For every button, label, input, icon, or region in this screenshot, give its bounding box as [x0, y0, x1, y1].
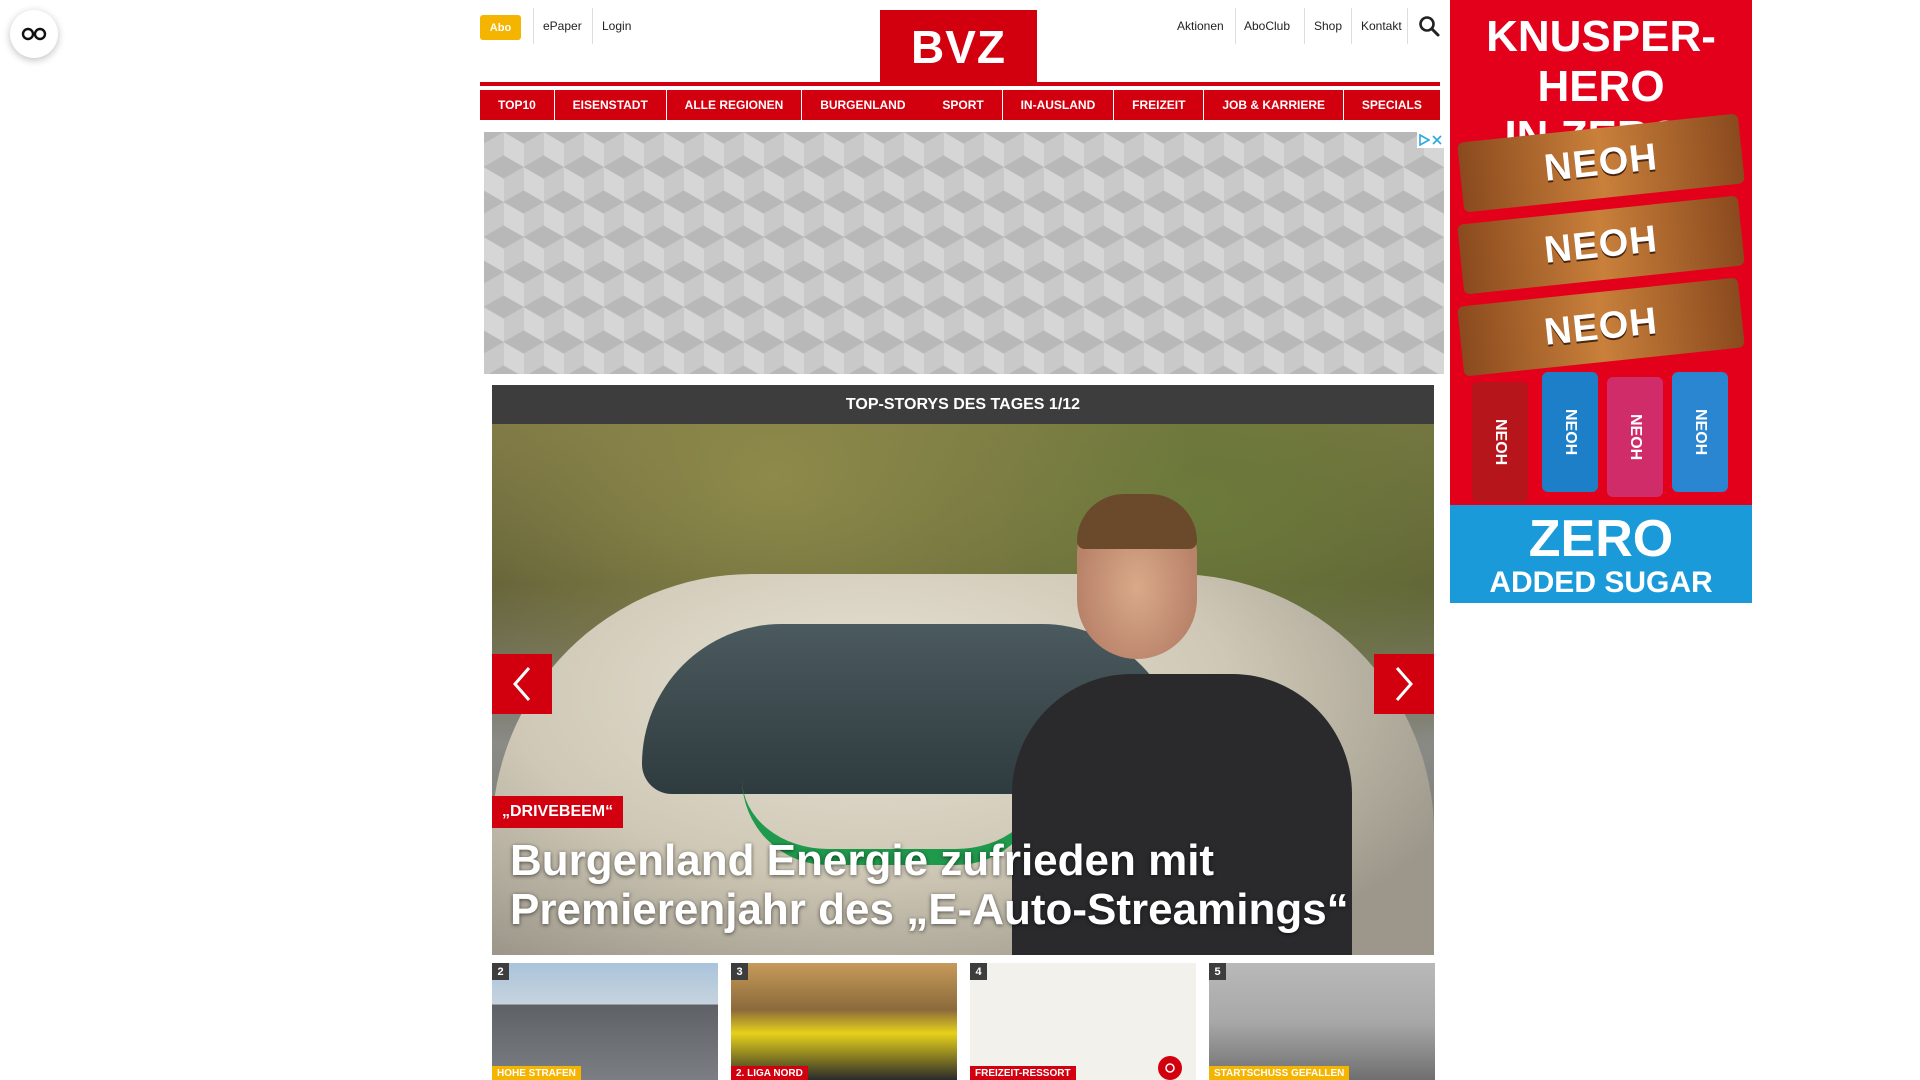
- advertisement-banner[interactable]: [484, 132, 1444, 374]
- nav-item-sport[interactable]: SPORT: [924, 90, 1002, 120]
- story-thumb[interactable]: 2 HOHE STRAFEN: [492, 963, 718, 1080]
- hero-story-title[interactable]: Burgenland Energie zufrieden mit Premier…: [510, 836, 1410, 934]
- top-stories-carousel: TOP-STORYS DES TAGES 1/12 „DRIVEBEEM“ Bu…: [492, 385, 1434, 955]
- story-thumb-number: 4: [970, 963, 987, 980]
- site-header: Abo ePaper Login BVZ Aktionen AboClub Sh…: [480, 0, 1440, 84]
- divider: [1351, 8, 1352, 44]
- nav-item-specials[interactable]: SPECIALS: [1343, 90, 1440, 120]
- ad-choices-icon: [1419, 134, 1430, 146]
- aktionen-link[interactable]: Aktionen: [1177, 10, 1224, 42]
- carousel-prev-button[interactable]: [492, 654, 552, 714]
- nav-item-in-ausland[interactable]: IN-AUSLAND: [1002, 90, 1114, 120]
- product-pack: NEOH: [1542, 372, 1598, 492]
- hero-story-tag: „DRIVEBEEM“: [492, 796, 624, 828]
- abo-button[interactable]: Abo: [480, 15, 521, 40]
- story-thumb-number: 5: [1209, 963, 1226, 980]
- ad-bottom-banner: ZERO ADDED SUGAR: [1450, 505, 1752, 603]
- login-link[interactable]: Login: [602, 10, 631, 42]
- nav-item-freizeit[interactable]: FREIZEIT: [1114, 90, 1204, 120]
- hero-story[interactable]: „DRIVEBEEM“ Burgenland Energie zufrieden…: [492, 424, 1434, 955]
- ad-bottom-added-sugar: ADDED SUGAR: [1489, 566, 1713, 599]
- divider: [592, 8, 593, 44]
- product-brand: NEOH: [1542, 299, 1660, 354]
- kontakt-link[interactable]: Kontakt: [1361, 10, 1402, 42]
- video-badge: [1158, 1056, 1182, 1080]
- story-thumb-number: 3: [731, 963, 748, 980]
- story-thumb[interactable]: 3 2. LIGA NORD: [731, 963, 957, 1080]
- story-thumb[interactable]: 4 FREIZEIT-RESSORT: [970, 963, 1196, 1080]
- nav-item-job-karriere[interactable]: JOB & KARRIERE: [1204, 90, 1344, 120]
- product-pack: NEOH: [1672, 372, 1728, 492]
- story-thumb-tag: HOHE STRAFEN: [492, 1066, 581, 1080]
- story-thumb-number: 2: [492, 963, 509, 980]
- main-navigation: TOP10 EISENSTADT ALLE REGIONEN BURGENLAN…: [480, 90, 1440, 120]
- chevron-left-icon: [513, 667, 531, 701]
- close-icon[interactable]: [1432, 135, 1442, 145]
- chevron-right-icon: [1395, 667, 1413, 701]
- nav-item-burgenland[interactable]: BURGENLAND: [802, 90, 924, 120]
- nav-item-top10[interactable]: TOP10: [480, 90, 554, 120]
- ad-headline-line1: KNUSPER-HERO: [1486, 12, 1716, 111]
- divider: [1407, 8, 1408, 44]
- product-pack: NEOH: [1472, 382, 1528, 502]
- carousel-next-button[interactable]: [1374, 654, 1434, 714]
- nav-item-eisenstadt[interactable]: EISENSTADT: [554, 90, 666, 120]
- epaper-link[interactable]: ePaper: [543, 10, 582, 42]
- ad-choices-badge[interactable]: [1417, 132, 1444, 148]
- product-bar: NEOH: [1457, 195, 1745, 295]
- accessibility-widget-button[interactable]: [10, 10, 58, 58]
- divider: [533, 8, 534, 44]
- header-divider-line: [480, 82, 1440, 86]
- ad-bottom-zero: ZERO: [1528, 510, 1674, 568]
- product-pack: NEOH: [1607, 377, 1663, 497]
- story-thumb[interactable]: 5 STARTSCHUSS GEFALLEN: [1209, 963, 1435, 1080]
- sidebar-advertisement[interactable]: KNUSPER-HERO IN ZERO! NEOH NEOH NEOH NEO…: [1450, 0, 1752, 603]
- story-thumb-tag: FREIZEIT-RESSORT: [970, 1066, 1076, 1080]
- divider: [1235, 8, 1236, 44]
- story-thumb-tag: STARTSCHUSS GEFALLEN: [1209, 1066, 1350, 1080]
- search-icon[interactable]: [1418, 15, 1440, 37]
- product-brand: NEOH: [1542, 135, 1660, 190]
- glasses-icon: [21, 27, 47, 41]
- bvz-logo[interactable]: BVZ: [880, 10, 1037, 83]
- product-packs: NEOH NEOH NEOH NEOH: [1462, 372, 1740, 502]
- product-bar: NEOH: [1457, 277, 1745, 377]
- top-stories-header: TOP-STORYS DES TAGES 1/12: [492, 385, 1434, 424]
- product-brand: NEOH: [1542, 217, 1660, 272]
- story-thumb-tag: 2. LIGA NORD: [731, 1066, 808, 1080]
- shop-link[interactable]: Shop: [1314, 10, 1342, 42]
- aboclub-link[interactable]: AboClub: [1244, 10, 1290, 42]
- person-hair-shape: [1077, 494, 1197, 549]
- divider: [1304, 8, 1305, 44]
- camera-icon: [1165, 1063, 1175, 1073]
- nav-item-alle-regionen[interactable]: ALLE REGIONEN: [666, 90, 802, 120]
